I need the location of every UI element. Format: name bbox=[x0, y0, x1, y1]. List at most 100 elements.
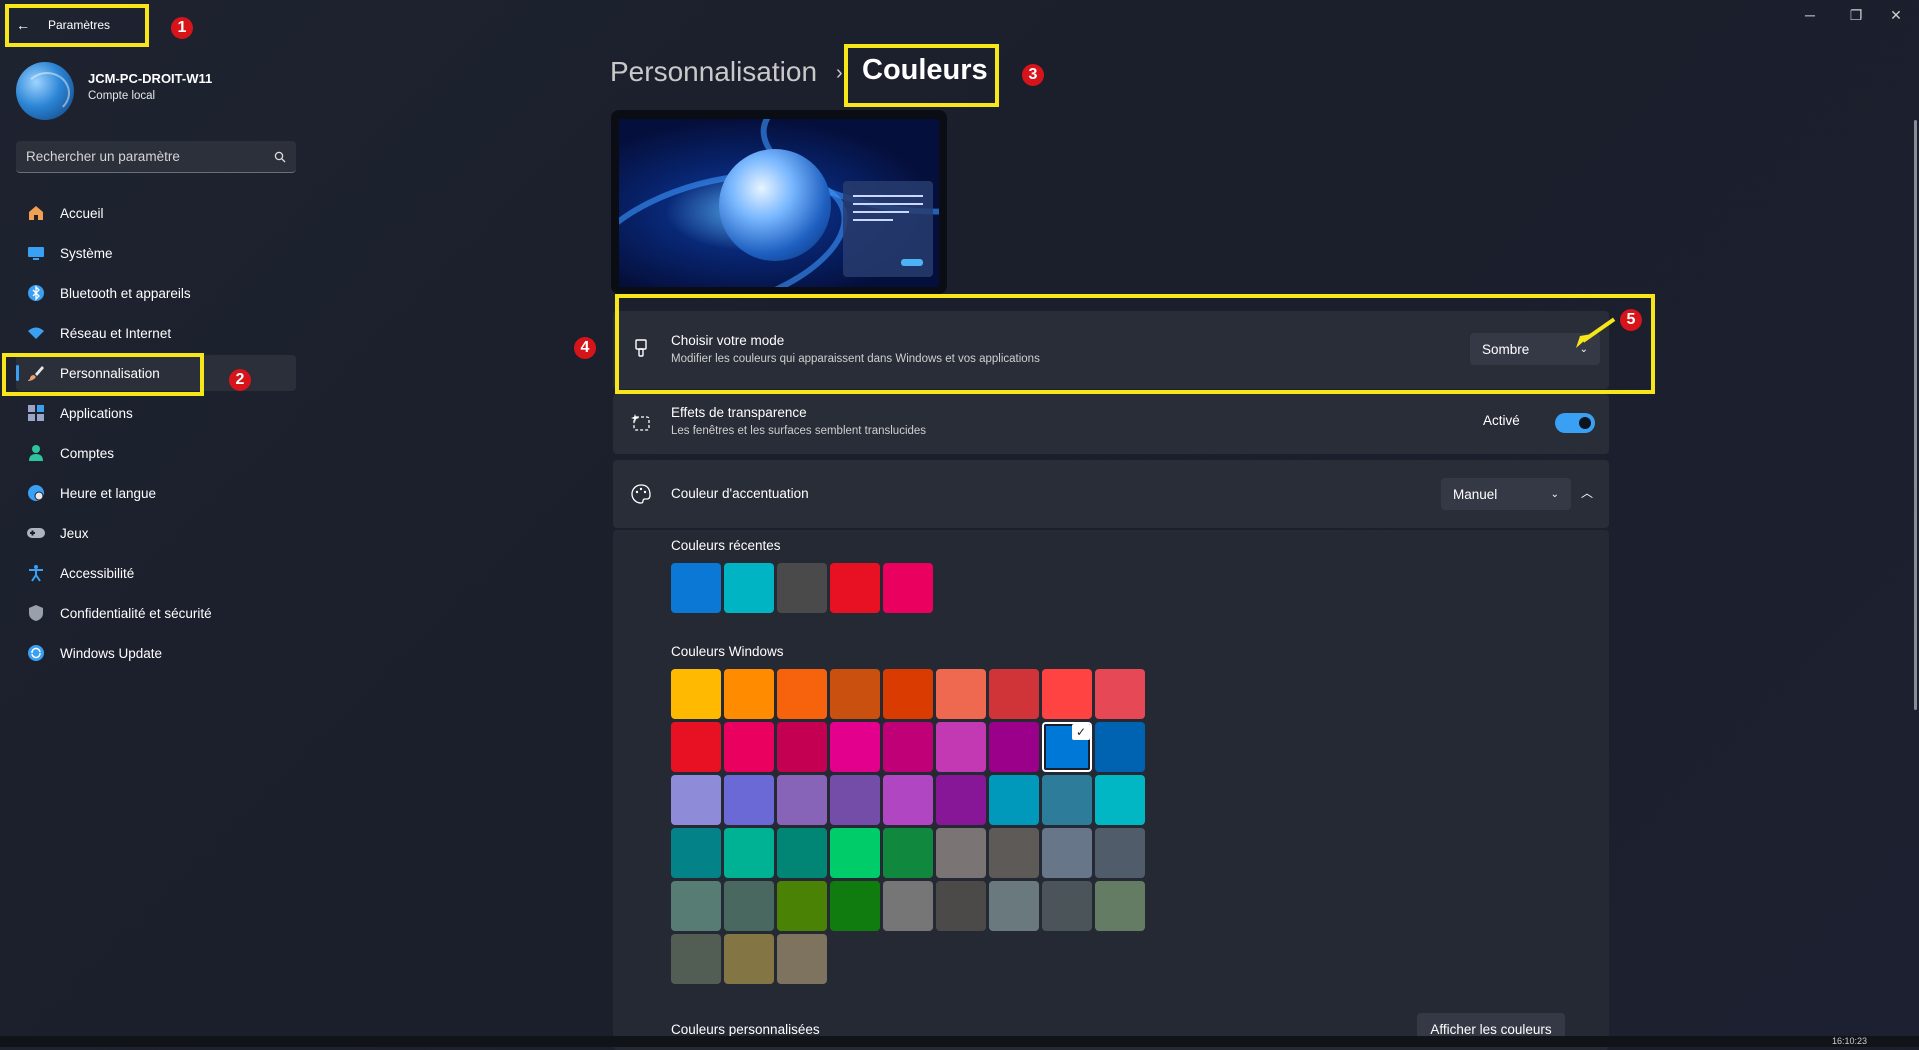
account-type: Compte local bbox=[88, 90, 156, 102]
taskbar-clock: 16:10:23 bbox=[1832, 1036, 1868, 1046]
accent-card: Couleur d'accentuation Manuel ⌄ ︿ bbox=[613, 460, 1609, 528]
color-swatch[interactable] bbox=[671, 881, 721, 931]
color-swatch[interactable] bbox=[671, 563, 721, 613]
mode-description: Modifier les couleurs qui apparaissent d… bbox=[671, 353, 1040, 365]
color-swatch[interactable] bbox=[1095, 669, 1145, 719]
color-swatch[interactable] bbox=[883, 563, 933, 613]
color-swatch[interactable] bbox=[1042, 775, 1092, 825]
color-swatch[interactable] bbox=[1095, 775, 1145, 825]
sidebar-item-label: Applications bbox=[60, 405, 133, 421]
user-name: JCM-PC-DROIT-W11 bbox=[88, 71, 213, 86]
color-swatch[interactable]: ✓ bbox=[1042, 722, 1092, 772]
sidebar-item-bluetooth[interactable]: Bluetooth et appareils bbox=[16, 275, 296, 311]
sidebar-item-label: Accessibilité bbox=[60, 565, 135, 581]
color-swatch[interactable] bbox=[1042, 669, 1092, 719]
search-icon bbox=[274, 151, 286, 162]
accent-dropdown[interactable]: Manuel ⌄ bbox=[1441, 478, 1571, 510]
color-swatch[interactable] bbox=[830, 563, 880, 613]
color-swatch[interactable] bbox=[724, 828, 774, 878]
preview-button bbox=[901, 259, 923, 266]
sidebar-item-reseau[interactable]: Réseau et Internet bbox=[16, 315, 296, 351]
sidebar-item-label: Windows Update bbox=[60, 645, 163, 661]
sidebar-item-confidentialite[interactable]: Confidentialité et sécurité bbox=[16, 595, 296, 631]
color-swatch[interactable] bbox=[1095, 881, 1145, 931]
sidebar-item-personnalisation[interactable]: Personnalisation bbox=[16, 355, 296, 391]
color-swatch[interactable] bbox=[724, 669, 774, 719]
color-swatch[interactable] bbox=[830, 669, 880, 719]
sidebar-item-label: Accueil bbox=[60, 205, 104, 221]
search-input[interactable]: Rechercher un paramètre bbox=[16, 141, 296, 173]
color-swatch[interactable] bbox=[777, 828, 827, 878]
sidebar-item-accueil[interactable]: Accueil bbox=[16, 195, 296, 231]
globe-clock-icon bbox=[26, 483, 46, 503]
color-swatch[interactable] bbox=[724, 934, 774, 984]
color-swatch[interactable] bbox=[671, 934, 721, 984]
globe-image bbox=[719, 149, 831, 261]
color-swatch[interactable] bbox=[671, 828, 721, 878]
apps-icon bbox=[26, 403, 46, 423]
color-swatch[interactable] bbox=[883, 881, 933, 931]
mode-title: Choisir votre mode bbox=[671, 333, 785, 348]
color-swatch[interactable] bbox=[830, 722, 880, 772]
color-swatch[interactable] bbox=[936, 669, 986, 719]
sidebar-item-windows-update[interactable]: Windows Update bbox=[16, 635, 296, 671]
sidebar-item-label: Système bbox=[60, 245, 113, 261]
color-swatch[interactable] bbox=[724, 563, 774, 613]
transparency-toggle[interactable] bbox=[1555, 413, 1595, 433]
color-swatch[interactable] bbox=[777, 563, 827, 613]
bluetooth-icon bbox=[26, 283, 46, 303]
color-swatch[interactable] bbox=[883, 775, 933, 825]
color-swatch[interactable] bbox=[1095, 722, 1145, 772]
wallpaper-preview bbox=[619, 119, 939, 287]
breadcrumb-parent[interactable]: Personnalisation bbox=[610, 56, 817, 88]
color-swatch[interactable] bbox=[883, 722, 933, 772]
accent-value: Manuel bbox=[1453, 486, 1498, 502]
color-swatch[interactable] bbox=[777, 881, 827, 931]
color-swatch[interactable] bbox=[830, 881, 880, 931]
breadcrumb-separator: › bbox=[836, 62, 843, 84]
color-swatch[interactable] bbox=[883, 828, 933, 878]
color-swatch[interactable] bbox=[989, 722, 1039, 772]
color-swatch[interactable] bbox=[777, 722, 827, 772]
chevron-up-icon[interactable]: ︿ bbox=[1581, 484, 1593, 501]
system-icon bbox=[26, 243, 46, 263]
color-swatch[interactable] bbox=[936, 828, 986, 878]
color-swatch[interactable] bbox=[883, 669, 933, 719]
color-swatch[interactable] bbox=[671, 775, 721, 825]
sidebar-item-heure-langue[interactable]: Heure et langue bbox=[16, 475, 296, 511]
home-icon bbox=[26, 203, 46, 223]
color-swatch[interactable] bbox=[989, 775, 1039, 825]
sidebar-item-accessibilite[interactable]: Accessibilité bbox=[16, 555, 296, 591]
color-swatch[interactable] bbox=[724, 722, 774, 772]
color-swatch[interactable] bbox=[777, 775, 827, 825]
color-swatch[interactable] bbox=[724, 881, 774, 931]
sidebar-item-applications[interactable]: Applications bbox=[16, 395, 296, 431]
color-swatch[interactable] bbox=[989, 828, 1039, 878]
color-swatch[interactable] bbox=[936, 722, 986, 772]
color-swatch[interactable] bbox=[1042, 828, 1092, 878]
minimize-button[interactable]: ─ bbox=[1787, 0, 1833, 30]
sidebar-item-jeux[interactable]: Jeux bbox=[16, 515, 296, 551]
color-swatch[interactable] bbox=[671, 669, 721, 719]
color-swatch[interactable] bbox=[830, 828, 880, 878]
color-swatch[interactable] bbox=[777, 669, 827, 719]
color-swatch[interactable] bbox=[1042, 881, 1092, 931]
color-swatch[interactable] bbox=[936, 881, 986, 931]
avatar[interactable] bbox=[16, 62, 74, 120]
back-arrow-icon[interactable]: ← bbox=[16, 17, 30, 33]
color-swatch[interactable] bbox=[671, 722, 721, 772]
person-icon bbox=[26, 443, 46, 463]
sidebar-item-systeme[interactable]: Système bbox=[16, 235, 296, 271]
color-swatch[interactable] bbox=[777, 934, 827, 984]
color-swatch[interactable] bbox=[989, 881, 1039, 931]
color-swatch[interactable] bbox=[830, 775, 880, 825]
scrollbar[interactable] bbox=[1914, 120, 1917, 710]
sidebar-item-comptes[interactable]: Comptes bbox=[16, 435, 296, 471]
color-swatch[interactable] bbox=[989, 669, 1039, 719]
close-button[interactable]: ✕ bbox=[1873, 0, 1919, 30]
color-swatch[interactable] bbox=[1095, 828, 1145, 878]
app-title: Paramètres bbox=[48, 18, 111, 32]
preview-line bbox=[853, 211, 909, 213]
color-swatch[interactable] bbox=[936, 775, 986, 825]
color-swatch[interactable] bbox=[724, 775, 774, 825]
